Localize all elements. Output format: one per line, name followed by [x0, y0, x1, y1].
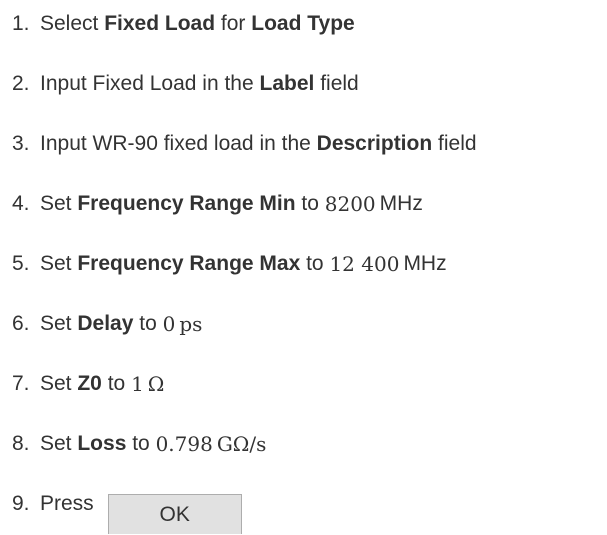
- step-9: 9. Press OK: [12, 474, 477, 534]
- step-6: 6. Set Delay to 0 ps: [12, 294, 477, 354]
- field-name: Z0: [77, 372, 102, 395]
- ok-button[interactable]: OK: [107, 494, 242, 534]
- field-name: Frequency Range Min: [77, 192, 296, 215]
- numeric-value: 0.798: [155, 432, 213, 456]
- field-name: Frequency Range Max: [77, 252, 301, 275]
- step-text: Set: [40, 372, 78, 395]
- step-4: 4. Set Frequency Range Min to 8200 MHz: [12, 174, 477, 234]
- step-2: 2. Input Fixed Load in the Label field: [12, 54, 477, 114]
- unit: Ω: [147, 372, 165, 396]
- numeric-value: 1: [131, 372, 144, 396]
- step-7: 7. Set Z0 to 1Ω: [12, 354, 477, 414]
- step-text: Input WR-90 fixed load in the: [40, 132, 317, 155]
- numeric-value: 12 400: [329, 252, 400, 276]
- step-text: to: [126, 432, 156, 455]
- step-number: 7.: [12, 372, 30, 395]
- step-text: to: [300, 252, 330, 275]
- step-5: 5. Set Frequency Range Max to 12 400 MHz: [12, 234, 477, 294]
- step-number: 5.: [12, 252, 30, 275]
- field-name: Loss: [77, 432, 127, 455]
- instruction-list: 1. Select Fixed Load for Load Type 2. In…: [12, 0, 477, 534]
- step-8: 8. Set Loss to 0.798 GΩ/s: [12, 414, 477, 474]
- field-name: Description: [316, 132, 433, 155]
- step-number: 4.: [12, 192, 30, 215]
- unit: MHz: [379, 192, 423, 215]
- step-text: Set: [40, 192, 78, 215]
- numeric-value: 0: [162, 312, 176, 336]
- step-text: Select: [40, 12, 105, 35]
- step-text: to: [101, 372, 132, 395]
- step-text: to: [295, 192, 325, 215]
- step-number: 1.: [12, 12, 30, 35]
- step-number: 6.: [12, 312, 30, 335]
- unit: ps: [179, 312, 203, 336]
- step-3: 3. Input WR-90 fixed load in the Descrip…: [12, 114, 477, 174]
- numeric-value: 8200: [324, 192, 376, 216]
- field-value: Fixed Load: [104, 12, 216, 35]
- step-text: Press: [40, 492, 94, 515]
- step-number: 9.: [12, 492, 30, 515]
- step-text: Set: [40, 252, 78, 275]
- step-text: field: [432, 132, 477, 155]
- step-text: for: [215, 12, 252, 35]
- field-name: Label: [259, 72, 315, 95]
- step-text: Set: [40, 432, 78, 455]
- step-number: 2.: [12, 72, 30, 95]
- step-number: 3.: [12, 132, 30, 155]
- step-text: to: [133, 312, 163, 335]
- field-name: Delay: [77, 312, 134, 335]
- step-text: Set: [40, 312, 78, 335]
- step-number: 8.: [12, 432, 30, 455]
- field-name: Load Type: [251, 12, 355, 35]
- unit: MHz: [403, 252, 447, 275]
- unit: GΩ/s: [216, 432, 267, 456]
- step-1: 1. Select Fixed Load for Load Type: [12, 0, 477, 54]
- step-text: Input Fixed Load in the: [40, 72, 260, 95]
- step-text: field: [314, 72, 359, 95]
